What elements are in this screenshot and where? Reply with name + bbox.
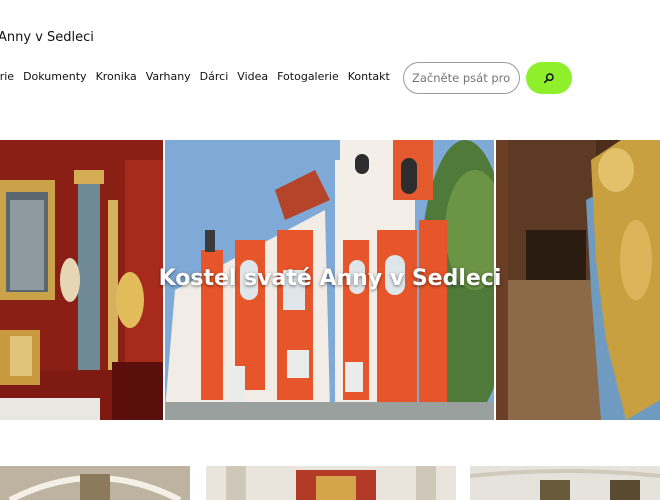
search-icon bbox=[543, 73, 554, 84]
nav-item-organ[interactable]: Varhany bbox=[146, 70, 191, 83]
nav-item-chronicle[interactable]: Kronika bbox=[96, 70, 137, 83]
hero-slider: Kostel svaté Anny v Sedleci bbox=[0, 140, 660, 420]
gallery-thumb-2[interactable] bbox=[206, 466, 456, 500]
nav-item-donors[interactable]: Dárci bbox=[200, 70, 229, 83]
search-field[interactable] bbox=[403, 62, 520, 94]
gallery-thumb-3[interactable] bbox=[470, 466, 660, 500]
nav-item-videos[interactable]: Videa bbox=[237, 70, 268, 83]
hero-title: Kostel svaté Anny v Sedleci bbox=[158, 266, 502, 291]
main-nav: orie Dokumenty Kronika Varhany Dárci Vid… bbox=[0, 70, 399, 83]
site-title[interactable]: Anny v Sedleci bbox=[0, 30, 94, 45]
gallery-thumb-1[interactable] bbox=[0, 466, 190, 500]
nav-item-documents[interactable]: Dokumenty bbox=[23, 70, 86, 83]
search-input[interactable] bbox=[412, 71, 511, 85]
search-button[interactable] bbox=[526, 62, 572, 94]
nav-item-photogallery[interactable]: Fotogalerie bbox=[277, 70, 339, 83]
nav-item-contact[interactable]: Kontakt bbox=[348, 70, 390, 83]
nav-item-history[interactable]: orie bbox=[0, 70, 14, 83]
